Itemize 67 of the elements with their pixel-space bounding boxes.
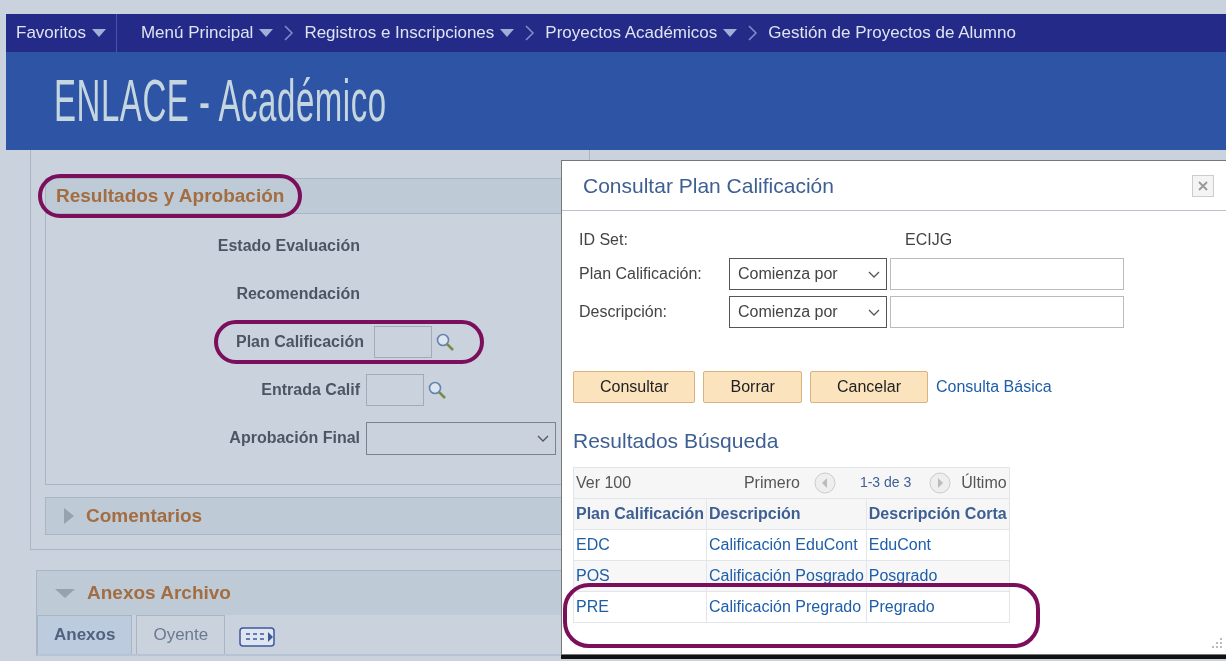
field-label: Descripción: bbox=[579, 302, 669, 322]
table-cell[interactable]: Calificación Posgrado bbox=[706, 560, 867, 591]
table-cell[interactable]: Calificación EduCont bbox=[706, 529, 867, 560]
first-label: Primero bbox=[743, 472, 800, 493]
field-label: Plan Calificación bbox=[235, 332, 365, 352]
field-label: Aprobación Final bbox=[228, 428, 361, 448]
input-field[interactable] bbox=[890, 258, 1124, 290]
caret-icon bbox=[91, 29, 106, 37]
table-cell[interactable]: PRE bbox=[573, 591, 707, 622]
field-label: Entrada Calif bbox=[260, 380, 361, 400]
collapse-icon[interactable] bbox=[55, 588, 75, 598]
table-cell[interactable]: POS bbox=[573, 560, 707, 591]
chevron-icon bbox=[747, 24, 759, 42]
grid-view-icon[interactable] bbox=[239, 625, 276, 648]
section-title: Anexos Archivo bbox=[87, 580, 231, 605]
table-cell[interactable]: EDC bbox=[573, 529, 707, 560]
table-cell[interactable]: Posgrado bbox=[866, 560, 1010, 591]
dialog-title: Consultar Plan Calificación bbox=[583, 172, 834, 199]
expand-icon[interactable] bbox=[64, 508, 74, 524]
input-field[interactable] bbox=[374, 326, 432, 358]
basic-search-link[interactable]: Consulta Básica bbox=[935, 375, 1052, 399]
input-field[interactable] bbox=[366, 374, 424, 406]
nav-menu-item[interactable]: Proyectos Académicos bbox=[535, 20, 748, 46]
operator-dropdown[interactable]: Comienza por bbox=[729, 296, 887, 328]
next-icon[interactable] bbox=[929, 471, 952, 494]
chevron-down-icon bbox=[868, 307, 880, 317]
field-label: Recomendación bbox=[235, 284, 361, 304]
section-title: Comentarios bbox=[86, 503, 203, 528]
action-button[interactable]: Consultar bbox=[573, 371, 696, 403]
previous-icon[interactable] bbox=[813, 471, 836, 494]
chevron-icon bbox=[524, 24, 536, 42]
nav-menu-item[interactable]: Favoritos bbox=[6, 20, 116, 46]
table-cell[interactable]: Calificación Pregrado bbox=[706, 591, 867, 622]
close-icon bbox=[1197, 180, 1209, 193]
tab[interactable]: Anexos bbox=[37, 615, 133, 654]
operator-dropdown[interactable]: Comienza por bbox=[729, 258, 887, 290]
field-value: ECIJG bbox=[905, 230, 953, 250]
chevron-down-icon bbox=[537, 433, 549, 443]
page-range: 1-3 de 3 bbox=[859, 473, 912, 492]
last-label: Último bbox=[961, 472, 1007, 493]
caret-icon bbox=[259, 29, 274, 37]
page-size-text: Ver 100 bbox=[576, 472, 632, 493]
close-button[interactable] bbox=[1192, 174, 1214, 197]
column-header: Descripción Corta bbox=[866, 498, 1010, 529]
field-label: ID Set: bbox=[579, 230, 629, 250]
column-header: Descripción bbox=[706, 498, 867, 529]
field-label: Estado Evaluación bbox=[216, 236, 361, 256]
nav-menu-item[interactable]: Gestión de Proyectos de Alumno bbox=[758, 20, 1026, 46]
field-label: Plan Calificación: bbox=[579, 264, 703, 284]
action-button[interactable]: Cancelar bbox=[809, 371, 928, 403]
column-header: Plan Calificación bbox=[573, 498, 707, 529]
table-cell[interactable]: EduCont bbox=[866, 529, 1010, 560]
search-icon bbox=[428, 381, 446, 399]
chevron-down-icon bbox=[868, 269, 880, 279]
logo-text: ENLACE - Académico bbox=[54, 66, 387, 136]
table-cell[interactable]: Pregrado bbox=[866, 591, 1010, 622]
caret-icon bbox=[500, 29, 515, 37]
search-icon bbox=[436, 333, 454, 351]
nav-menu-item[interactable]: Menú Principal bbox=[130, 20, 284, 46]
results-title: Resultados Búsqueda bbox=[573, 428, 780, 454]
chevron-icon bbox=[283, 24, 295, 42]
dropdown-field[interactable] bbox=[366, 421, 556, 455]
action-button[interactable]: Borrar bbox=[703, 371, 802, 403]
section-title: Resultados y Aprobación bbox=[56, 184, 285, 206]
nav-menu-item[interactable]: Registros e Inscripciones bbox=[294, 20, 525, 46]
input-field[interactable] bbox=[890, 296, 1124, 328]
caret-icon bbox=[723, 29, 738, 37]
